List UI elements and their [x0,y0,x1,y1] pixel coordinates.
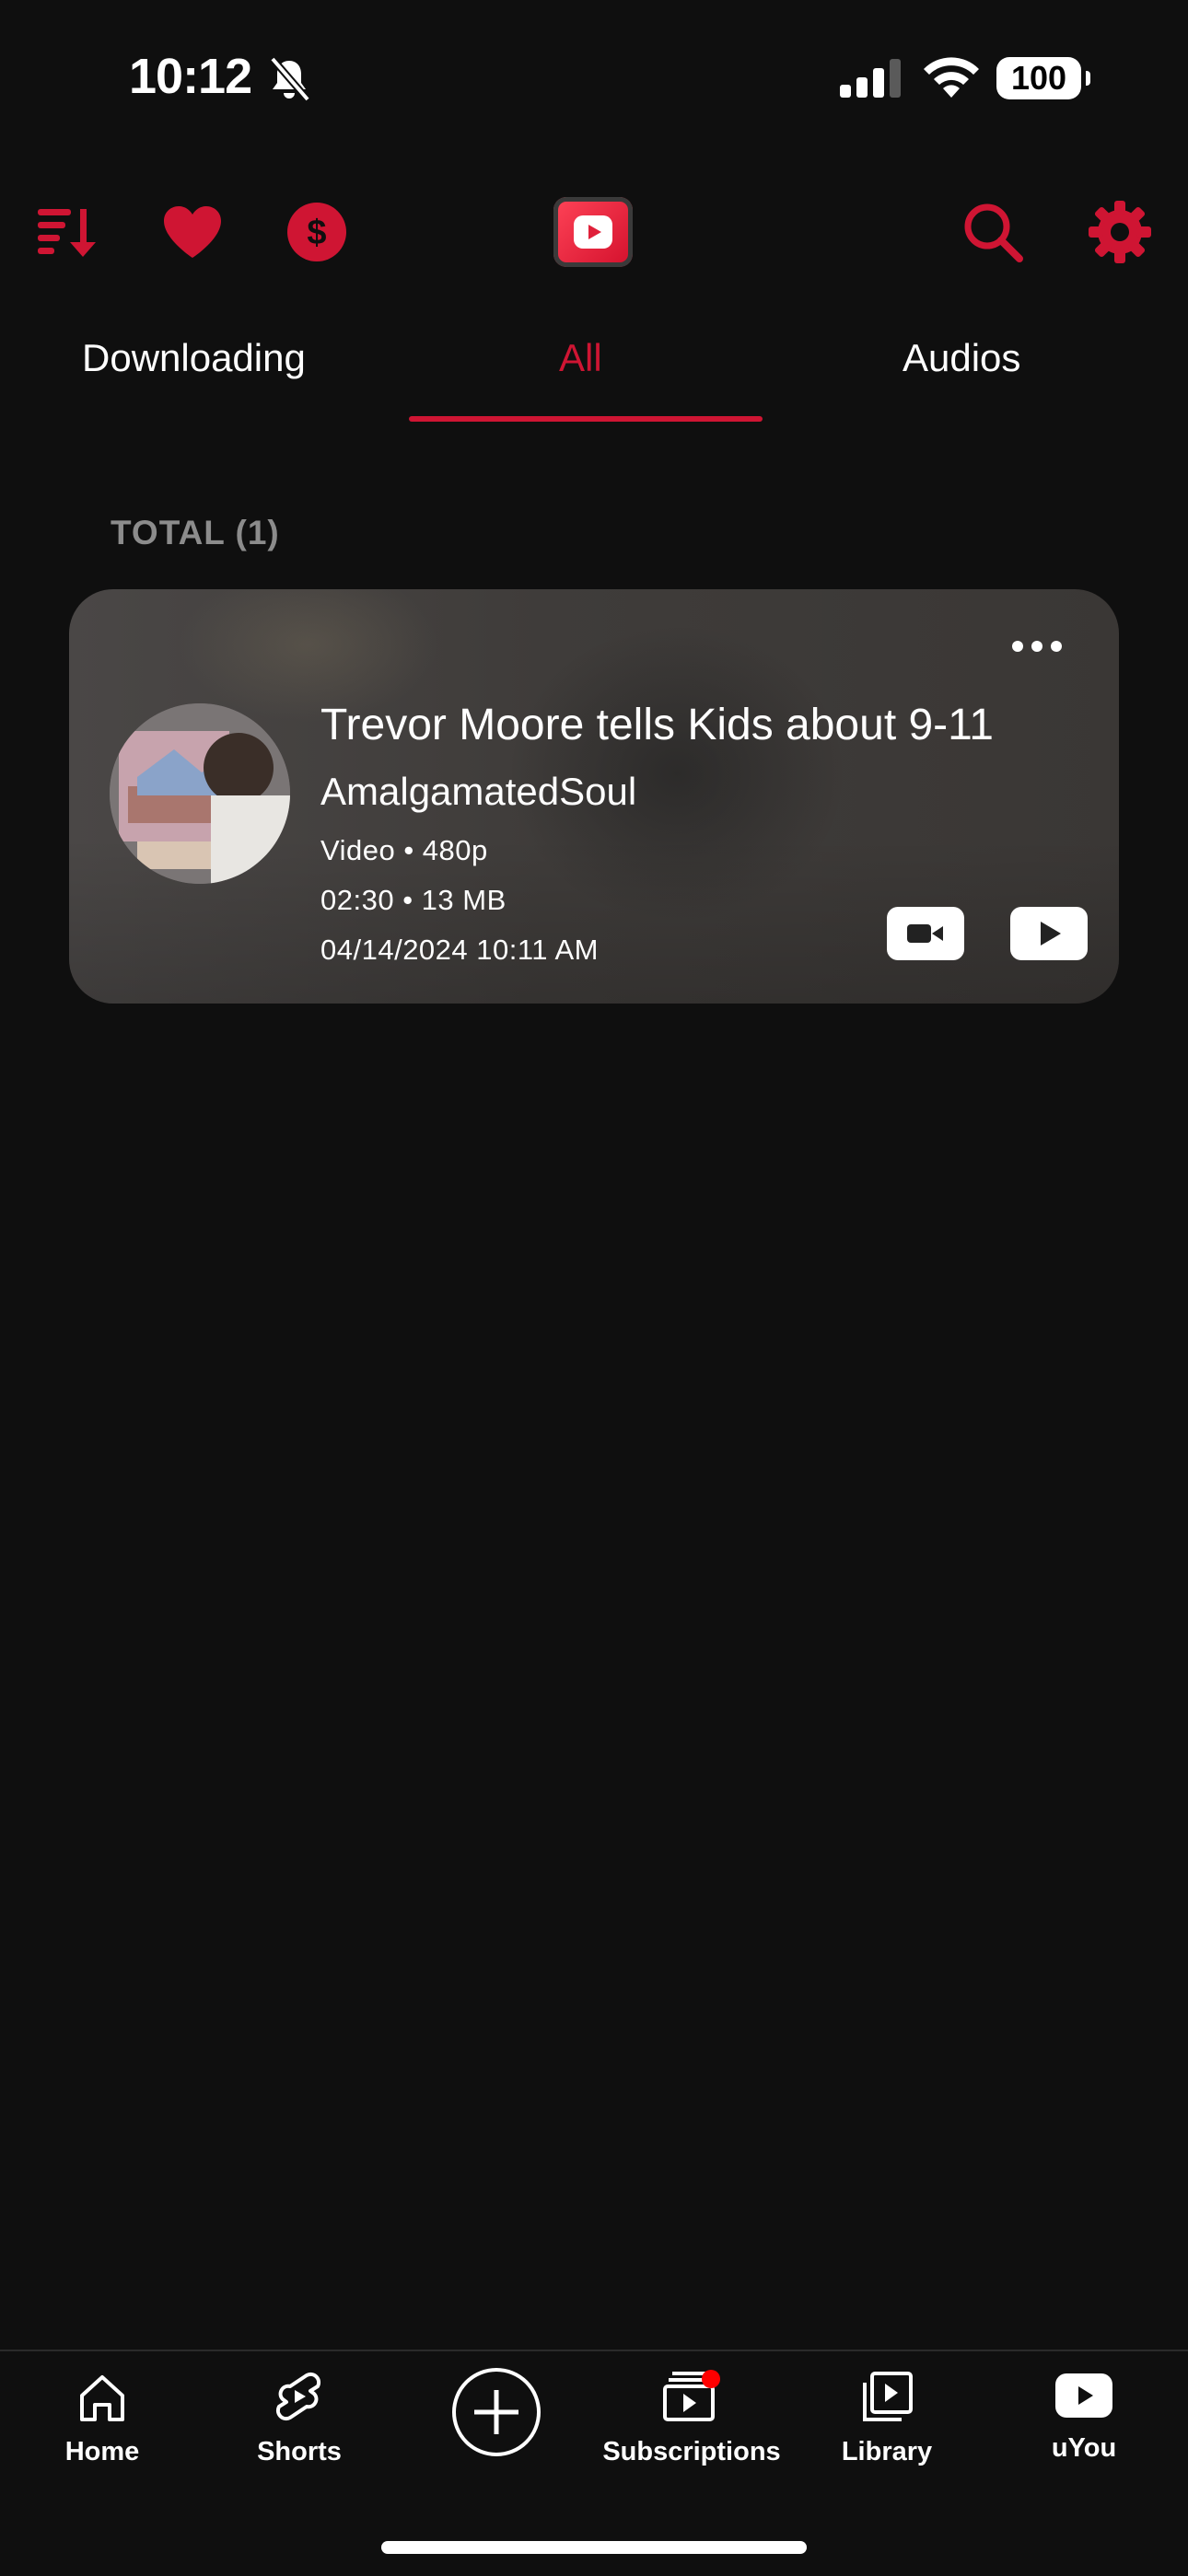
battery-indicator: 100 [996,57,1090,99]
duration-size: 02:30 • 13 MB [320,884,507,916]
download-item-card[interactable]: Trevor Moore tells Kids about 9-11 Amalg… [69,589,1119,1004]
uyou-icon [1055,2373,1112,2418]
settings-icon[interactable] [1085,197,1155,267]
svg-text:$: $ [307,214,326,252]
nav-home[interactable]: Home [10,2370,194,2467]
more-options-button[interactable] [1012,641,1062,652]
tab-downloading[interactable]: Downloading [82,336,306,380]
nav-subscriptions-label: Subscriptions [602,2437,781,2466]
wifi-icon [921,55,982,106]
nav-uyou-label: uYou [1051,2433,1117,2463]
app-logo[interactable] [553,197,633,267]
bell-muted-icon [267,55,311,108]
nav-shorts[interactable]: Shorts [207,2370,391,2467]
channel-name: AmalgamatedSoul [320,770,637,813]
subscriptions-icon [663,2370,720,2421]
nav-library-label: Library [841,2437,933,2466]
shorts-icon [276,2373,320,2420]
active-tab-indicator [409,416,763,422]
status-time: 10:12 [129,49,252,104]
nav-subscriptions[interactable]: Subscriptions [600,2370,784,2467]
play-button[interactable] [1010,907,1088,960]
search-icon[interactable] [958,197,1028,267]
total-count-label: TOTAL (1) [111,514,280,551]
library-icon [863,2372,913,2421]
nav-create[interactable] [404,2366,588,2463]
cellular-signal-icon [840,59,904,104]
heart-icon[interactable] [157,197,227,267]
sort-icon[interactable] [33,197,103,267]
nav-uyou[interactable]: uYou [992,2370,1176,2464]
video-camera-button[interactable] [887,907,964,960]
create-plus-icon [452,2368,541,2456]
dollar-icon[interactable]: $ [282,197,352,267]
nav-home-label: Home [64,2437,140,2466]
video-thumbnail [110,703,290,884]
download-date: 04/14/2024 10:11 AM [320,934,599,966]
home-indicator [381,2541,807,2554]
home-icon [80,2375,124,2421]
nav-library[interactable]: Library [795,2370,979,2467]
type-quality: Video • 480p [320,834,488,866]
tab-all[interactable]: All [559,336,602,380]
tab-audios[interactable]: Audios [903,336,1020,380]
video-title: Trevor Moore tells Kids about 9-11 [320,701,994,749]
nav-shorts-label: Shorts [257,2437,342,2466]
